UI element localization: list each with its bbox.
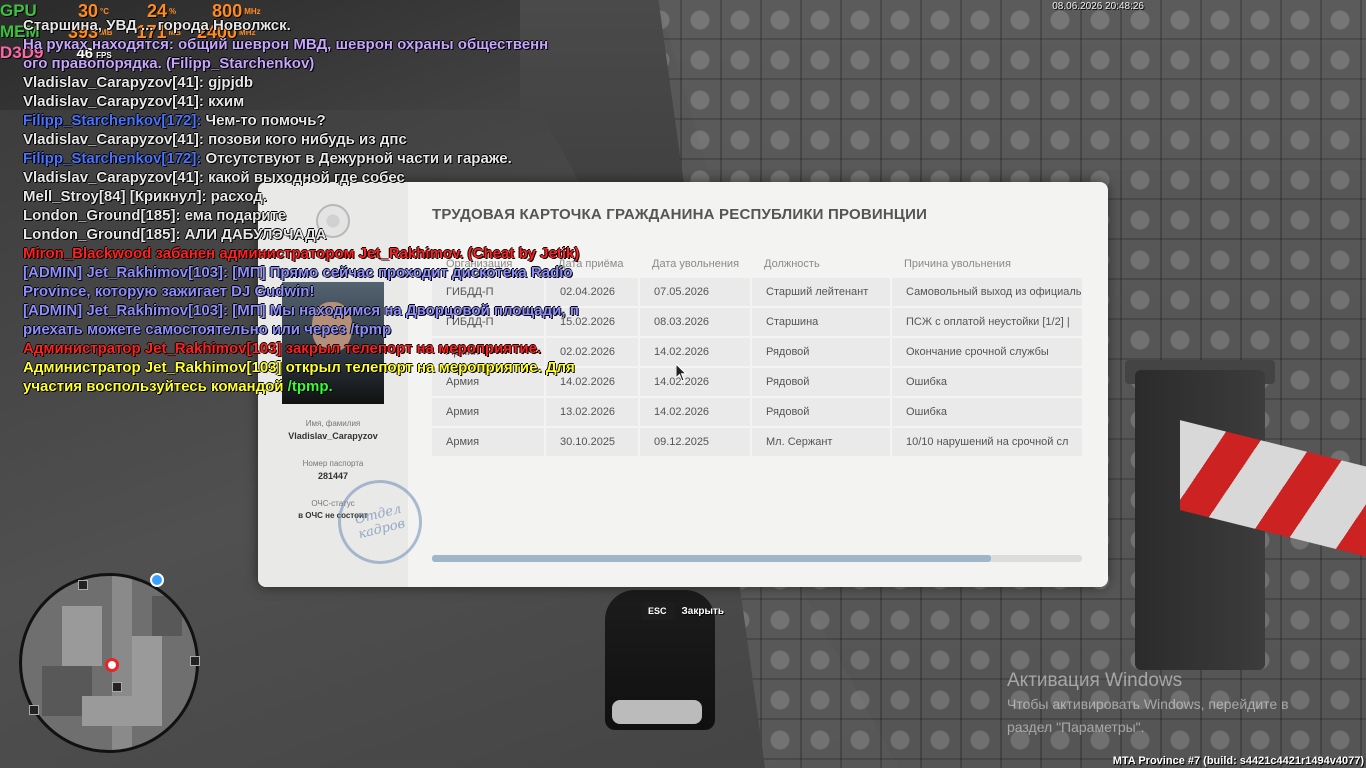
map-blip-icon: [78, 580, 88, 590]
cell-position: Старший лейтенант: [750, 278, 890, 306]
datetime-display: 08.06.2026 20:48:26: [1052, 1, 1144, 12]
chat-segment: London_Ground[185]: АЛИ ДАБУЛЭЧАДА: [23, 226, 327, 243]
chat-segment: Vladislav_Carapyzov[41]: кхим: [23, 93, 245, 110]
scrollbar-thumb[interactable]: [432, 555, 991, 562]
cell-reason: Окончание срочной службы: [890, 338, 1082, 366]
chat-segment: Администратор Jet_Rakhimov[103] закрыл т…: [23, 340, 542, 357]
chat-segment: Filipp_Starchenkov[172]:: [23, 150, 202, 167]
cell-reason: ПСЖ с оплатой неустойки [1/2] |: [890, 308, 1082, 336]
cell-position: Мл. Сержант: [750, 428, 890, 456]
chat-line: риехать можете самостоятельно или через …: [23, 320, 663, 339]
map-blip-icon: [190, 656, 200, 666]
chat-segment: Province, которую зажигает DJ Gudwin!: [23, 283, 315, 300]
horizontal-scrollbar[interactable]: [432, 555, 1082, 562]
column-header: Должность: [764, 258, 820, 270]
chat-segment: Старшина, УВД ... города Новолжск.: [23, 17, 291, 34]
chat-line: Vladislav_Carapyzov[41]: кхим: [23, 92, 663, 111]
chat-segment: Vladislav_Carapyzov[41]: gjpjdb: [23, 74, 254, 91]
column-header: Причина увольнения: [904, 258, 1011, 270]
cell-position: Старшина: [750, 308, 890, 336]
chat-segment: Vladislav_Carapyzov[41]: какой выходной …: [23, 169, 405, 186]
gpu-temp-unit: °C: [100, 6, 110, 16]
watermark-title: Активация Windows: [1007, 670, 1183, 691]
cell-dismissal-date: 14.02.2026: [638, 398, 750, 426]
chat-segment: Mell_Stroy[84] [Крикнул]: расход.: [23, 188, 267, 205]
chat-segment: На руках находятся: общий шеврон МВД, ше…: [23, 36, 549, 53]
close-hint[interactable]: ESC Закрыть: [641, 602, 724, 620]
chat-line: London_Ground[185]: ема подарите: [23, 206, 663, 225]
name-value: Vladislav_Carapyzov: [288, 431, 378, 441]
windows-activation-watermark: Активация Windows Чтобы активировать Win…: [1007, 670, 1289, 738]
build-info: MTA Province #7 (build: s4421c4421r1494v…: [1112, 755, 1364, 767]
chat-line: Vladislav_Carapyzov[41]: gjpjdb: [23, 73, 663, 92]
name-label: Имя, фамилия: [305, 419, 361, 428]
watermark-line2: раздел "Параметры".: [1007, 719, 1145, 735]
close-button-label[interactable]: Закрыть: [682, 606, 725, 617]
cell-organization: Армия: [446, 436, 480, 448]
table-row: Армия 30.10.2025 09.12.2025 Мл. Сержант …: [432, 428, 1082, 456]
watermark-line1: Чтобы активировать Windows, перейдите в: [1007, 696, 1289, 712]
chat-segment: [ADMIN] Jet_Rakhimov[103]: [МП] Мы наход…: [23, 302, 579, 319]
esc-key-badge[interactable]: ESC: [641, 602, 674, 620]
passport-label: Номер паспорта: [302, 459, 364, 468]
cell-position: Рядовой: [750, 338, 890, 366]
cell-dismissal-date: 09.12.2025: [638, 428, 750, 456]
chat-line: ого правопорядка. (Filipp_Starchenkov): [23, 54, 663, 73]
chat-segment: /tpmp.: [287, 378, 333, 395]
chat-line: Mell_Stroy[84] [Крикнул]: расход.: [23, 187, 663, 206]
chat-line: Администратор Jet_Rakhimov[103] открыл т…: [23, 358, 663, 377]
chat-log: Старшина, УВД ... города Новолжск. На рук…: [23, 16, 663, 396]
chat-line: Filipp_Starchenkov[172]: Отсутствуют в Д…: [23, 149, 663, 168]
chat-segment: Vladislav_Carapyzov[41]: позови кого ниб…: [23, 131, 407, 148]
chat-line: London_Ground[185]: АЛИ ДАБУЛЭЧАДА: [23, 225, 663, 244]
chat-line: Vladislav_Carapyzov[41]: позови кого ниб…: [23, 130, 663, 149]
gpu-clock-unit: MHz: [244, 6, 261, 16]
cell-position: Рядовой: [750, 398, 890, 426]
chat-segment: Отсутствуют в Дежурной части и гараже.: [201, 150, 512, 167]
gpu-load-unit: %: [169, 6, 177, 16]
chat-line: На руках находятся: общий шеврон МВД, ше…: [23, 35, 663, 54]
table-row: Армия 13.02.2026 14.02.2026 Рядовой Ошиб…: [432, 398, 1082, 426]
chat-segment: риехать можете самостоятельно или через …: [23, 321, 392, 338]
chat-segment: Miron_Blackwood забанен администратором …: [23, 245, 580, 262]
cell-organization: Армия: [446, 406, 480, 418]
map-blip-icon: [29, 705, 39, 715]
chat-line: Старшина, УВД ... города Новолжск.: [23, 16, 663, 35]
cell-reason: Самовольный выход из официаль: [890, 278, 1082, 306]
chat-line: Miron_Blackwood забанен администратором …: [23, 244, 663, 263]
map-blip-icon: [112, 682, 122, 692]
cell-hire-date: 30.10.2025: [544, 428, 638, 456]
chat-line: [ADMIN] Jet_Rakhimov[103]: [МП] Прямо се…: [23, 263, 663, 282]
chat-segment: ого правопорядка. (Filipp_Starchenkov): [23, 55, 315, 72]
chat-segment: Filipp_Starchenkov[172]:: [23, 112, 202, 129]
minimap-radar: [19, 573, 199, 753]
chat-line: Filipp_Starchenkov[172]: Чем-то помочь?: [23, 111, 663, 130]
chat-line: [ADMIN] Jet_Rakhimov[103]: [МП] Мы наход…: [23, 301, 663, 320]
chat-line: Province, которую зажигает DJ Gudwin!: [23, 282, 663, 301]
chat-segment: London_Ground[185]: ема подарите: [23, 207, 287, 224]
player-marker-icon: [105, 658, 119, 672]
cell-reason: Ошибка: [890, 368, 1082, 396]
chat-line: Администратор Jet_Rakhimov[103] закрыл т…: [23, 339, 663, 358]
player-shoes: [612, 700, 702, 724]
cell-position: Рядовой: [750, 368, 890, 396]
chat-segment: Администратор Jet_Rakhimov[103] открыл т…: [23, 359, 575, 376]
cell-hire-date: 13.02.2026: [544, 398, 638, 426]
chat-segment: [ADMIN] Jet_Rakhimov[103]: [МП] Прямо се…: [23, 264, 573, 281]
chat-line: участия воспользуйтесь командой /tpmp.: [23, 377, 663, 396]
cell-reason: 10/10 нарушений на срочной сл: [890, 428, 1082, 456]
cell-reason: Ошибка: [890, 398, 1082, 426]
chat-segment: Чем-то помочь?: [201, 112, 326, 129]
chat-segment: участия воспользуйтесь командой: [23, 378, 288, 395]
chat-line: Vladislav_Carapyzov[41]: какой выходной …: [23, 168, 663, 187]
north-marker-icon: [150, 573, 164, 587]
